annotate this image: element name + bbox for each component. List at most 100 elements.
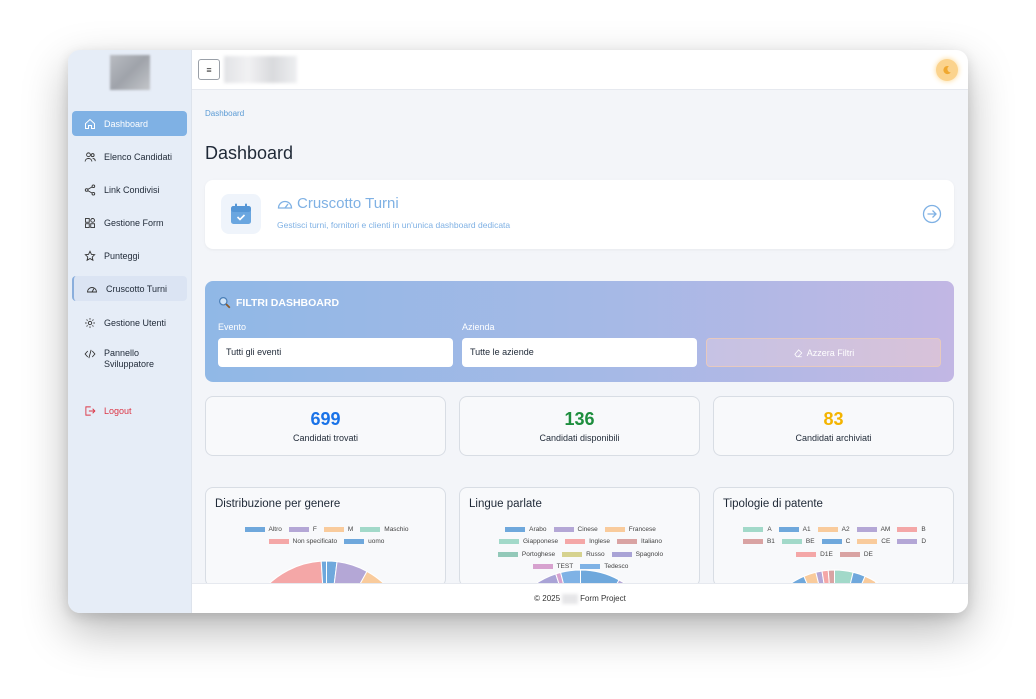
legend-item[interactable]: Portoghese xyxy=(497,551,555,558)
legend-label: Spagnolo xyxy=(635,550,664,558)
legend-swatch xyxy=(497,551,518,557)
logo[interactable] xyxy=(110,55,150,90)
legend-item[interactable]: Arabo xyxy=(505,526,547,533)
evento-select[interactable]: Tutti gli eventi xyxy=(218,338,453,367)
legend-item[interactable]: AM xyxy=(856,525,891,533)
legend-label: Altro xyxy=(268,525,282,533)
legend-swatch xyxy=(604,526,625,532)
legend-item[interactable]: Inglese xyxy=(565,538,610,545)
cruscotto-turni-card[interactable]: Cruscotto Turni Gestisci turni, fornitor… xyxy=(205,180,954,249)
legend-item[interactable]: DE xyxy=(839,551,873,558)
chart-legend: A A1 A2 AM B B1 BE C CE D D1E DE xyxy=(714,523,953,561)
sidebar-item-elenco-candidati[interactable]: Elenco Candidati xyxy=(72,144,187,169)
legend-item[interactable]: F xyxy=(288,526,317,533)
legend-swatch xyxy=(360,526,381,532)
legend-item[interactable]: Giapponese xyxy=(499,538,558,545)
sidebar-item-dashboard[interactable]: Dashboard xyxy=(72,111,187,136)
legend-item[interactable]: C xyxy=(821,538,851,546)
legend-item[interactable]: Russo xyxy=(562,551,605,558)
legend-swatch xyxy=(553,526,574,532)
sidebar-item-pannello-sviluppatore[interactable]: Pannello Sviluppatore xyxy=(72,345,187,375)
home-icon xyxy=(85,118,95,129)
sidebar-item-punteggi[interactable]: Punteggi xyxy=(72,243,187,268)
cruscotto-title-text: Cruscotto Turni xyxy=(297,195,399,212)
stat-label: Candidati archiviati xyxy=(795,433,872,443)
stat-value: 699 xyxy=(310,409,341,429)
legend-row: A A1 A2 AM B xyxy=(714,523,953,536)
legend-item[interactable]: Altro xyxy=(244,525,282,533)
legend-swatch xyxy=(897,526,918,532)
legend-item[interactable]: Maschio xyxy=(360,526,409,533)
legend-label: TEST xyxy=(556,563,574,571)
eraser-icon xyxy=(794,348,803,357)
theme-toggle-button[interactable] xyxy=(936,59,958,81)
legend-swatch xyxy=(743,526,764,532)
legend-row: B1 BE C CE D xyxy=(714,536,953,549)
legend-label: D xyxy=(921,538,927,546)
chart-legend: Altro F M Maschio Non specificato uomo xyxy=(206,523,445,549)
evento-label: Evento xyxy=(218,322,247,332)
menu-toggle-button[interactable]: ≡ xyxy=(198,59,220,80)
legend-item[interactable]: Italiano xyxy=(617,538,662,545)
legend-swatch xyxy=(817,526,838,532)
legend-swatch xyxy=(288,526,309,532)
legend-item[interactable]: CE xyxy=(857,538,890,545)
legend-swatch xyxy=(778,526,799,532)
legend-item[interactable]: Spagnolo xyxy=(611,550,664,558)
legend-item[interactable]: Non specificato xyxy=(268,538,337,545)
main-content: Dashboard Dashboard Cruscotto Turni Gest… xyxy=(192,90,968,587)
footer-redacted xyxy=(562,593,579,604)
legend-item[interactable]: uomo xyxy=(344,538,384,545)
legend-label: A xyxy=(767,525,772,533)
legend-label: Tedesco xyxy=(604,563,629,571)
legend-row: Non specificato uomo xyxy=(206,536,445,549)
legend-item[interactable]: D xyxy=(897,538,926,545)
brand-logo[interactable] xyxy=(224,56,297,83)
topbar: ≡ xyxy=(192,50,968,90)
arrow-right-circle-icon[interactable] xyxy=(922,204,942,224)
legend-item[interactable]: Tedesco xyxy=(580,563,628,570)
reset-filters-button[interactable]: Azzera Filtri xyxy=(706,338,941,367)
hamburger-icon: ≡ xyxy=(206,64,212,75)
legend-swatch xyxy=(897,539,918,545)
sidebar-item-cruscotto-turni[interactable]: Cruscotto Turni xyxy=(72,276,187,301)
footer-copyright: © 2025 xyxy=(534,594,561,603)
logout-label: Logout xyxy=(104,405,132,416)
breadcrumb[interactable]: Dashboard xyxy=(205,109,244,118)
code-icon xyxy=(84,349,96,359)
legend-item[interactable]: M xyxy=(323,526,353,533)
sidebar-item-label: Dashboard xyxy=(104,118,149,129)
search-icon xyxy=(219,297,231,309)
legend-item[interactable]: A xyxy=(743,525,772,533)
legend-swatch xyxy=(796,551,817,557)
legend-swatch xyxy=(505,526,526,532)
users-icon xyxy=(84,151,96,162)
legend-item[interactable]: BE xyxy=(781,538,815,545)
sidebar-item-link-condivisi[interactable]: Link Condivisi xyxy=(72,177,187,202)
legend-label: C xyxy=(845,538,851,546)
legend-label: AM xyxy=(880,525,891,533)
legend-item[interactable]: A1 xyxy=(778,525,811,533)
filters-title-text: FILTRI DASHBOARD xyxy=(236,296,340,309)
sidebar-item-gestione-utenti[interactable]: Gestione Utenti xyxy=(72,310,187,335)
legend-swatch xyxy=(562,551,583,557)
azienda-select[interactable]: Tutte le aziende xyxy=(462,338,697,367)
legend-item[interactable]: B xyxy=(897,526,926,533)
legend-item[interactable]: Francese xyxy=(604,526,656,533)
legend-label: Cinese xyxy=(577,525,598,533)
stat-card-disponibili: 136 Candidati disponibili xyxy=(459,396,700,456)
app-window: Dashboard Elenco Candidati Link Condivis… xyxy=(68,50,968,613)
legend-swatch xyxy=(839,551,860,557)
legend-item[interactable]: A2 xyxy=(817,526,850,533)
legend-item[interactable]: B1 xyxy=(742,538,775,545)
legend-item[interactable]: TEST xyxy=(532,563,574,571)
legend-item[interactable]: D1E xyxy=(796,551,833,558)
legend-item[interactable]: Cinese xyxy=(553,525,598,533)
gauge-icon xyxy=(87,286,97,292)
legend-swatch xyxy=(617,539,638,545)
stat-label: Candidati trovati xyxy=(292,433,359,443)
legend-swatch xyxy=(742,539,763,545)
legend-label: A1 xyxy=(802,525,811,533)
logout-button[interactable]: Logout xyxy=(72,398,187,423)
sidebar-item-gestione-form[interactable]: Gestione Form xyxy=(72,210,187,235)
